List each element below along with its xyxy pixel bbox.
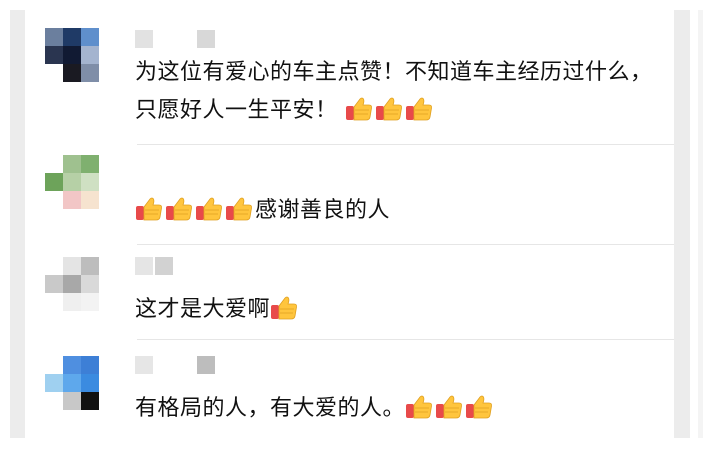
username[interactable] bbox=[135, 30, 255, 50]
avatar[interactable] bbox=[45, 356, 105, 416]
thumbs-up-icon bbox=[225, 196, 253, 222]
thumbs-up-icon bbox=[195, 196, 223, 222]
thumbs-up-icon bbox=[270, 295, 298, 321]
comment-text: 这才是大爱啊 bbox=[135, 291, 659, 329]
username[interactable] bbox=[135, 356, 255, 376]
thumbs-up-icon bbox=[405, 96, 433, 122]
thumbs-up-icon bbox=[405, 394, 433, 420]
avatar[interactable] bbox=[45, 257, 105, 317]
emoji-group bbox=[345, 96, 435, 123]
comment-body: 感谢善良的人 bbox=[255, 198, 391, 223]
thumbs-up-icon bbox=[375, 96, 403, 122]
thumbs-up-icon bbox=[465, 394, 493, 420]
comment-item: 这才是大爱啊 bbox=[25, 245, 674, 340]
thumbs-up-icon bbox=[135, 196, 163, 222]
thumbs-up-icon bbox=[435, 394, 463, 420]
comment-item: 为这位有爱心的车主点赞！不知道车主经历过什么，只愿好人一生平安！ bbox=[25, 10, 674, 145]
emoji-group bbox=[270, 295, 300, 322]
thumbs-up-icon bbox=[345, 96, 373, 122]
scrollbar-track[interactable] bbox=[698, 10, 703, 438]
comment-body: 这才是大爱啊 bbox=[135, 297, 271, 322]
comment-body: 有格局的人，有大爱的人。 bbox=[135, 396, 406, 421]
comment-text: 有格局的人，有大爱的人。 bbox=[135, 390, 659, 428]
comment-text: 为这位有爱心的车主点赞！不知道车主经历过什么，只愿好人一生平安！ bbox=[135, 54, 659, 130]
comment-item: 感谢善良的人 bbox=[25, 145, 674, 245]
emoji-group bbox=[135, 196, 255, 223]
comment-section-frame: 为这位有爱心的车主点赞！不知道车主经历过什么，只愿好人一生平安！ 感谢善良的人 bbox=[10, 10, 690, 438]
comment-item: 有格局的人，有大爱的人。 bbox=[25, 340, 674, 438]
username[interactable] bbox=[135, 257, 255, 277]
avatar[interactable] bbox=[45, 155, 105, 215]
thumbs-up-icon bbox=[165, 196, 193, 222]
emoji-group bbox=[405, 394, 495, 421]
comment-text: 感谢善良的人 bbox=[135, 192, 659, 230]
avatar[interactable] bbox=[45, 28, 105, 88]
comment-list: 为这位有爱心的车主点赞！不知道车主经历过什么，只愿好人一生平安！ 感谢善良的人 bbox=[25, 10, 674, 438]
